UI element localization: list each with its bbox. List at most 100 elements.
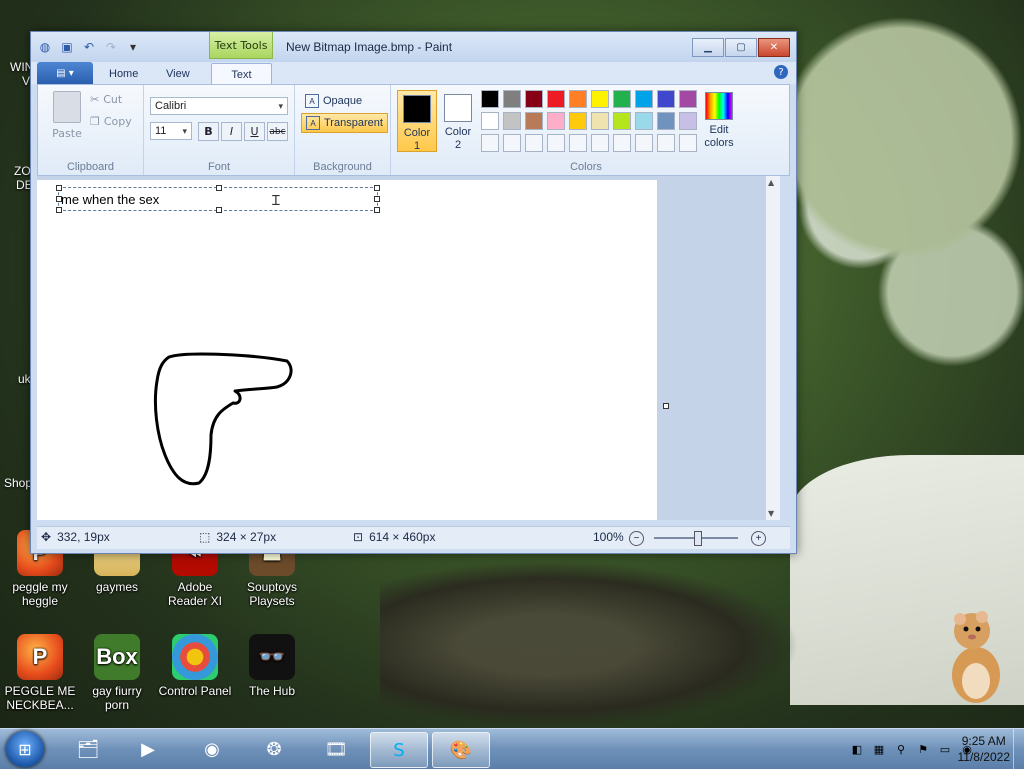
taskbar-app[interactable]: ❂	[246, 732, 302, 766]
font-family-select[interactable]: Calibri	[150, 97, 288, 115]
taskbar-clock[interactable]: 9:25 AM 11/8/2022	[958, 733, 1011, 765]
palette-swatch[interactable]	[569, 90, 587, 108]
search-icon[interactable]: ⚲	[894, 742, 908, 756]
scroll-up-arrow-icon[interactable]: ▲	[768, 178, 774, 187]
palette-swatch[interactable]	[525, 134, 543, 152]
color-1-button[interactable]: Color 1	[397, 90, 437, 152]
palette-swatch[interactable]	[569, 112, 587, 130]
palette-swatch[interactable]	[635, 90, 653, 108]
resize-handle[interactable]	[56, 185, 62, 191]
desktop-icon-box[interactable]: Box gay fiurry porn	[79, 634, 155, 712]
strikethrough-button[interactable]: abc	[267, 122, 288, 141]
tab-home[interactable]: Home	[97, 63, 150, 84]
palette-swatch[interactable]	[481, 134, 499, 152]
taskbar-explorer[interactable]: 🗂	[60, 732, 116, 766]
canvas-resize-handle[interactable]	[663, 403, 669, 409]
paint-menu-button[interactable]: ▤ ▾	[37, 62, 93, 84]
text-box-content[interactable]: me when the sex	[61, 192, 159, 207]
scroll-down-arrow-icon[interactable]: ▼	[768, 509, 774, 518]
minimize-button[interactable]: ▁	[692, 38, 724, 57]
palette-swatch[interactable]	[679, 134, 697, 152]
palette-swatch[interactable]	[481, 90, 499, 108]
palette-swatch[interactable]	[657, 90, 675, 108]
taskbar-chrome[interactable]: ◉	[184, 732, 240, 766]
customize-toolbar-icon[interactable]: ▾	[125, 39, 141, 55]
system-tray: ◧ ▦ ⚲ ⚑ ▭ ◉	[850, 729, 974, 769]
cut-button[interactable]: ✂ Cut	[90, 93, 122, 106]
zoom-in-button[interactable]: +	[751, 531, 766, 546]
font-size-select[interactable]: 11	[150, 122, 192, 140]
resize-handle[interactable]	[374, 185, 380, 191]
palette-swatch[interactable]	[547, 90, 565, 108]
paste-button[interactable]: Paste	[50, 91, 84, 140]
taskbar-media-player[interactable]: ▶	[120, 732, 176, 766]
palette-swatch[interactable]	[591, 90, 609, 108]
palette-swatch[interactable]	[525, 112, 543, 130]
undo-icon[interactable]: ↶	[81, 39, 97, 55]
paint-icon: 🎨	[449, 739, 473, 761]
redo-icon[interactable]: ↷	[103, 39, 119, 55]
tray-icon-2[interactable]: ▦	[872, 742, 886, 756]
palette-swatch[interactable]	[525, 90, 543, 108]
taskbar-paint[interactable]: 🎨	[432, 732, 490, 768]
save-icon[interactable]: ▣	[59, 39, 75, 55]
display-icon[interactable]: ▭	[938, 742, 952, 756]
taskbar-skype[interactable]: S	[370, 732, 428, 768]
vertical-scrollbar[interactable]: ▲ ▼	[765, 176, 780, 520]
resize-handle[interactable]	[56, 207, 62, 213]
zoom-slider-thumb[interactable]	[694, 531, 702, 546]
underline-button[interactable]: U	[244, 122, 265, 141]
italic-button[interactable]: I	[221, 122, 242, 141]
palette-swatch[interactable]	[613, 90, 631, 108]
palette-swatch[interactable]	[503, 90, 521, 108]
chrome-icon: ◉	[204, 738, 220, 760]
tab-view[interactable]: View	[154, 63, 202, 84]
tray-icon-1[interactable]: ◧	[850, 742, 864, 756]
palette-swatch[interactable]	[591, 134, 609, 152]
help-icon[interactable]: ?	[774, 65, 788, 79]
palette-swatch[interactable]	[613, 112, 631, 130]
start-button[interactable]: ⊞	[6, 731, 44, 767]
drawing-canvas[interactable]: me when the sex Ɪ	[37, 180, 657, 520]
close-button[interactable]: ✕	[758, 38, 790, 57]
box-icon: Box	[94, 634, 140, 680]
text-box[interactable]: me when the sex Ɪ	[56, 185, 380, 213]
resize-handle[interactable]	[374, 196, 380, 202]
palette-swatch[interactable]	[503, 134, 521, 152]
canvas-area[interactable]: me when the sex Ɪ ▲ ▼	[37, 176, 780, 520]
desktop-icon-control-panel[interactable]: Control Panel	[157, 634, 233, 698]
show-desktop-button[interactable]	[1013, 729, 1024, 769]
transparent-option[interactable]: A Transparent	[301, 113, 388, 133]
palette-swatch[interactable]	[547, 112, 565, 130]
palette-swatch[interactable]	[679, 90, 697, 108]
palette-swatch[interactable]	[547, 134, 565, 152]
palette-swatch[interactable]	[657, 112, 675, 130]
maximize-button[interactable]: ▢	[725, 38, 757, 57]
zoom-out-button[interactable]: −	[629, 531, 644, 546]
palette-swatch[interactable]	[679, 112, 697, 130]
palette-swatch[interactable]	[613, 134, 631, 152]
palette-swatch[interactable]	[635, 112, 653, 130]
palette-swatch[interactable]	[481, 112, 499, 130]
desktop-icon-peggle-neckbea[interactable]: P PEGGLE ME NECKBEA...	[2, 634, 78, 712]
palette-swatch[interactable]	[569, 134, 587, 152]
title-bar[interactable]: ◍ ▣ ↶ ↷ ▾ Text Tools New Bitmap Image.bm…	[31, 32, 796, 62]
desktop-icon-the-hub[interactable]: 👓 The Hub	[234, 634, 310, 698]
control-panel-icon	[172, 634, 218, 680]
palette-swatch[interactable]	[591, 112, 609, 130]
edit-colors-button[interactable]: Edit colors	[699, 90, 739, 150]
resize-handle[interactable]	[374, 207, 380, 213]
palette-swatch[interactable]	[503, 112, 521, 130]
taskbar-movie-maker[interactable]: 🎞	[308, 732, 364, 766]
color-2-button[interactable]: Color 2	[439, 90, 477, 151]
palette-swatch[interactable]	[635, 134, 653, 152]
tab-text[interactable]: Text	[211, 63, 272, 85]
paint-window[interactable]: ◍ ▣ ↶ ↷ ▾ Text Tools New Bitmap Image.bm…	[30, 31, 797, 554]
flag-icon[interactable]: ⚑	[916, 742, 930, 756]
bold-button[interactable]: B	[198, 122, 219, 141]
palette-swatch[interactable]	[657, 134, 675, 152]
resize-handle[interactable]	[216, 185, 222, 191]
opaque-option[interactable]: A Opaque	[301, 92, 366, 110]
copy-button[interactable]: ❐ Copy	[90, 115, 132, 128]
resize-handle[interactable]	[216, 207, 222, 213]
